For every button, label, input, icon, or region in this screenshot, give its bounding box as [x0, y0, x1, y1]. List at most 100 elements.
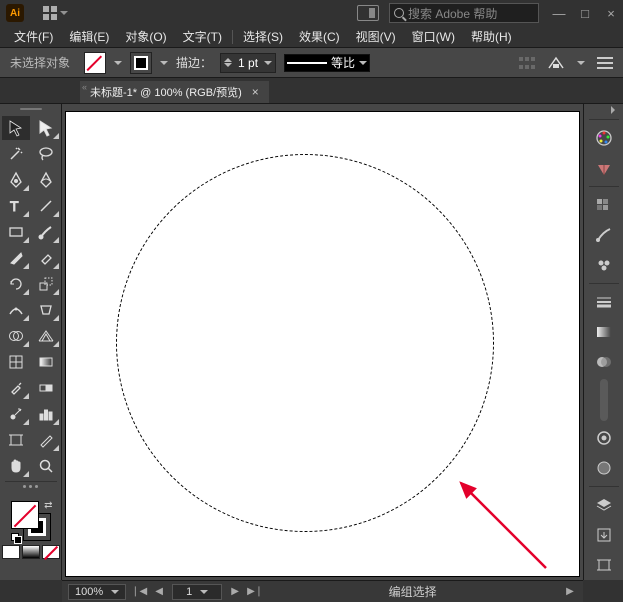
- shaper-tool[interactable]: [2, 246, 30, 270]
- brushes-panel-icon[interactable]: [587, 220, 621, 250]
- menu-file[interactable]: 文件(F): [6, 26, 61, 48]
- pen-tool[interactable]: [2, 168, 30, 192]
- menu-type[interactable]: 文字(T): [175, 26, 230, 48]
- app-logo: Ai: [6, 4, 24, 22]
- width-tool[interactable]: [2, 298, 30, 322]
- control-panel-menu-icon[interactable]: [597, 57, 613, 69]
- stroke-weight-dropdown[interactable]: [264, 61, 272, 69]
- isolate-button[interactable]: [547, 56, 565, 70]
- line-segment-tool[interactable]: [32, 194, 60, 218]
- perspective-grid-tool[interactable]: [32, 324, 60, 348]
- tools-panel: T ⇄: [0, 104, 62, 580]
- color-guide-panel-icon[interactable]: [587, 153, 621, 183]
- artboard-tool[interactable]: [2, 428, 30, 452]
- artboard-next-button[interactable]: ▶: [228, 585, 242, 599]
- fill-indicator[interactable]: [11, 501, 39, 529]
- selection-status: 未选择对象: [10, 54, 76, 71]
- rectangle-tool[interactable]: [2, 220, 30, 244]
- stroke-swatch[interactable]: [130, 52, 152, 74]
- stroke-label: 描边：: [176, 54, 212, 71]
- menu-edit[interactable]: 编辑(E): [61, 26, 117, 48]
- maximize-button[interactable]: □: [579, 6, 591, 21]
- column-graph-tool[interactable]: [32, 402, 60, 426]
- variable-width-profile[interactable]: 等比: [284, 54, 370, 72]
- scale-tool[interactable]: [32, 272, 60, 296]
- stroke-dropdown[interactable]: [160, 61, 168, 69]
- gradient-panel-icon[interactable]: [587, 317, 621, 347]
- stroke-weight-input[interactable]: 1 pt: [220, 53, 276, 73]
- stroke-step-down-icon[interactable]: [224, 63, 232, 71]
- canvas-region[interactable]: [62, 104, 583, 580]
- panel-collapse-button[interactable]: «: [82, 83, 87, 91]
- workspace-panel-toggle[interactable]: [357, 5, 379, 21]
- gradient-tool[interactable]: [32, 350, 60, 374]
- color-panel-icon[interactable]: [587, 123, 621, 153]
- direct-selection-tool[interactable]: [32, 116, 60, 140]
- stroke-panel-icon[interactable]: [587, 287, 621, 317]
- close-button[interactable]: ×: [605, 6, 617, 21]
- eyedropper-tool[interactable]: [2, 376, 30, 400]
- dock-expand-button[interactable]: [584, 104, 623, 116]
- fill-dropdown[interactable]: [114, 61, 122, 69]
- graphic-styles-panel-icon[interactable]: [587, 453, 621, 483]
- dock-scroll-thumb[interactable]: [600, 379, 608, 421]
- eraser-tool[interactable]: [32, 246, 60, 270]
- menu-view[interactable]: 视图(V): [348, 26, 404, 48]
- menu-object[interactable]: 对象(O): [117, 26, 174, 48]
- color-mode-none[interactable]: [42, 545, 60, 559]
- artboard-prev-button[interactable]: ◀: [152, 585, 166, 599]
- zoom-level-select[interactable]: 100%: [68, 584, 126, 600]
- artboard-dropdown-icon: [200, 590, 208, 598]
- lasso-tool[interactable]: [32, 142, 60, 166]
- asset-export-panel-icon[interactable]: [587, 520, 621, 550]
- tools-panel-grip[interactable]: [11, 108, 51, 112]
- shape-builder-tool[interactable]: [2, 324, 30, 348]
- artboard-last-button[interactable]: ▶❘: [248, 585, 262, 599]
- free-transform-tool[interactable]: [32, 298, 60, 322]
- isolate-dropdown[interactable]: [577, 61, 585, 69]
- transparency-panel-icon[interactable]: [587, 347, 621, 377]
- rotate-tool[interactable]: [2, 272, 30, 296]
- edit-toolbar-button[interactable]: [17, 485, 45, 495]
- color-mode-gradient[interactable]: [22, 545, 40, 559]
- color-mode-solid[interactable]: [2, 545, 20, 559]
- fill-stroke-control[interactable]: ⇄: [11, 501, 51, 541]
- paintbrush-tool[interactable]: [32, 220, 60, 244]
- curvature-tool[interactable]: [32, 168, 60, 192]
- dashed-circle-shape[interactable]: [116, 154, 494, 532]
- status-next-icon[interactable]: ▶: [563, 585, 577, 599]
- mesh-tool[interactable]: [2, 350, 30, 374]
- symbol-sprayer-tool[interactable]: [2, 402, 30, 426]
- menu-window[interactable]: 窗口(W): [404, 26, 463, 48]
- swap-fill-stroke-icon[interactable]: ⇄: [44, 500, 52, 511]
- zoom-dropdown-icon: [111, 590, 119, 598]
- stroke-weight-value: 1 pt: [235, 56, 261, 70]
- document-tab[interactable]: 未标题-1* @ 100% (RGB/预览) ×: [80, 81, 269, 103]
- artboard[interactable]: [66, 112, 579, 576]
- layers-panel-icon[interactable]: [587, 490, 621, 520]
- search-box[interactable]: 搜索 Adobe 帮助: [389, 3, 539, 23]
- appearance-panel-icon[interactable]: [587, 423, 621, 453]
- minimize-button[interactable]: —: [553, 6, 565, 21]
- default-fill-stroke-icon[interactable]: [11, 533, 21, 543]
- artboard-first-button[interactable]: ❘◀: [132, 585, 146, 599]
- document-tab-title: 未标题-1* @ 100% (RGB/预览): [90, 84, 242, 100]
- artboards-panel-icon[interactable]: [587, 550, 621, 580]
- symbols-panel-icon[interactable]: [587, 250, 621, 280]
- stroke-step-up-icon[interactable]: [224, 54, 232, 62]
- tab-close-button[interactable]: ×: [252, 85, 259, 99]
- type-tool[interactable]: T: [2, 194, 30, 218]
- slice-tool[interactable]: [32, 428, 60, 452]
- zoom-tool[interactable]: [32, 454, 60, 478]
- blend-tool[interactable]: [32, 376, 60, 400]
- menu-help[interactable]: 帮助(H): [463, 26, 520, 48]
- magic-wand-tool[interactable]: [2, 142, 30, 166]
- menu-select[interactable]: 选择(S): [235, 26, 291, 48]
- hand-tool[interactable]: [2, 454, 30, 478]
- selection-tool[interactable]: [2, 116, 30, 140]
- arrange-documents-button[interactable]: [42, 3, 68, 23]
- artboard-index-select[interactable]: 1: [172, 584, 222, 600]
- fill-swatch[interactable]: [84, 52, 106, 74]
- menu-effect[interactable]: 效果(C): [291, 26, 348, 48]
- swatches-panel-icon[interactable]: [587, 190, 621, 220]
